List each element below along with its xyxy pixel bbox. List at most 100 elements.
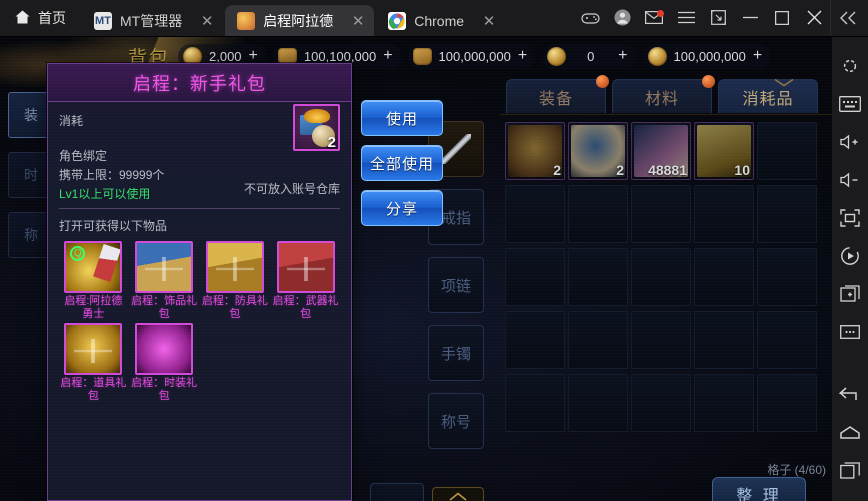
inventory-cell[interactable]	[505, 248, 565, 306]
reward-item[interactable]: 启程：武器礼包	[272, 241, 339, 321]
inventory-cell[interactable]	[568, 311, 628, 369]
restore-window-icon[interactable]	[702, 0, 734, 36]
tab-chrome[interactable]: Chrome ✕	[376, 5, 505, 36]
tab-label: 材料	[644, 90, 679, 108]
add-currency-button[interactable]: +	[383, 48, 392, 64]
inventory-cell[interactable]	[631, 248, 691, 306]
inventory-cell[interactable]	[694, 185, 754, 243]
pouch-icon	[277, 47, 297, 65]
tab-label: 启程阿拉德	[263, 12, 334, 29]
reward-item[interactable]: 启程：道具礼包	[60, 323, 127, 403]
reward-item[interactable]: 启程：时装礼包	[131, 323, 198, 403]
volume-up-icon[interactable]	[832, 123, 868, 161]
tab-label: Chrome	[414, 12, 465, 29]
use-button[interactable]: 使用	[361, 100, 443, 136]
collapse-toolbar-icon[interactable]	[830, 0, 864, 36]
inventory-cell[interactable]	[568, 248, 628, 306]
fullscreen-icon[interactable]	[832, 199, 868, 237]
inventory-cell[interactable]	[694, 374, 754, 432]
equip-slot-necklace[interactable]: 项链	[428, 257, 484, 313]
reward-label: 启程：道具礼包	[60, 377, 127, 402]
inventory-cell[interactable]	[694, 311, 754, 369]
equip-slot-bracelet[interactable]: 手镯	[428, 325, 484, 381]
dialog-header: 启程：新手礼包	[48, 64, 351, 102]
reward-icon: Q	[64, 241, 123, 293]
home-tab[interactable]: 首页	[0, 0, 82, 36]
gamepad-icon[interactable]	[574, 0, 606, 36]
inventory-cell[interactable]	[631, 185, 691, 243]
chevron-down-icon[interactable]	[774, 75, 794, 90]
volume-down-icon[interactable]	[832, 161, 868, 199]
inventory-cell[interactable]	[568, 374, 628, 432]
inventory-cell[interactable]: 48881	[631, 122, 691, 180]
inventory-cell[interactable]	[757, 185, 817, 243]
detail-section[interactable]: 详情	[432, 487, 484, 501]
coin-icon	[547, 46, 567, 66]
back-icon[interactable]	[832, 375, 868, 413]
reward-icon	[64, 323, 123, 375]
inventory-cell[interactable]	[568, 185, 628, 243]
tab-materials[interactable]: 材料	[612, 75, 715, 113]
inventory-cell[interactable]	[757, 248, 817, 306]
keyboard-icon[interactable]	[832, 85, 868, 123]
chevron-up-icon[interactable]	[432, 487, 484, 501]
maximize-icon[interactable]	[766, 0, 798, 36]
sword-icon	[441, 134, 471, 164]
tab-consumables[interactable]: 消耗品	[718, 79, 818, 113]
reward-item[interactable]: 启程：饰品礼包	[131, 241, 198, 321]
account-icon[interactable]	[606, 0, 638, 36]
inventory-cell[interactable]	[757, 311, 817, 369]
item-no-storage: 不可放入账号仓库	[243, 182, 340, 196]
use-all-button[interactable]: 全部使用	[361, 145, 443, 181]
tab-close-icon[interactable]: ✕	[351, 12, 365, 30]
item-qty: 2	[616, 162, 624, 178]
recents-icon[interactable]	[832, 451, 868, 489]
game-viewport[interactable]: 背包 2,000 + 100,100,000 + 100,000,000 + 0…	[0, 37, 832, 501]
add-currency-button[interactable]: +	[518, 48, 527, 64]
inventory-cell[interactable]	[505, 311, 565, 369]
item-qty: 2	[553, 162, 561, 178]
inventory-cell[interactable]	[505, 374, 565, 432]
inventory-cell[interactable]: 10	[694, 122, 754, 180]
minimize-icon[interactable]	[734, 0, 766, 36]
tab-equipment[interactable]: 装备	[506, 75, 609, 113]
inventory-cell[interactable]	[631, 374, 691, 432]
reward-label: 启程：时装礼包	[131, 377, 198, 402]
tidy-button[interactable]: 整 理	[712, 477, 806, 501]
inventory-cell[interactable]	[631, 311, 691, 369]
add-currency-button[interactable]: +	[249, 48, 258, 64]
currency-value: 100,000,000	[673, 48, 746, 64]
currency-coin: 0 +	[542, 43, 637, 69]
menu-icon[interactable]	[670, 0, 702, 36]
tab-game[interactable]: 启程阿拉德 ✕	[225, 5, 375, 36]
equip-slot-label: 称号	[440, 413, 471, 431]
inventory-cell[interactable]: 2	[505, 122, 565, 180]
close-icon[interactable]	[798, 0, 830, 36]
record-macro-icon[interactable]	[832, 237, 868, 275]
emulator-titlebar: 首页 MT MT管理器 ✕ 启程阿拉德 ✕ Chrome ✕	[0, 0, 868, 37]
reward-icon	[135, 241, 194, 293]
add-window-icon[interactable]	[832, 275, 868, 313]
inventory-cell[interactable]	[694, 248, 754, 306]
mail-icon[interactable]	[638, 0, 670, 36]
equip-slot-title[interactable]: 称号	[428, 393, 484, 449]
add-currency-button[interactable]: +	[618, 48, 627, 64]
tab-close-icon[interactable]: ✕	[482, 12, 496, 30]
settings-gear-icon[interactable]	[832, 47, 868, 85]
reward-item[interactable]: 启程：防具礼包	[202, 241, 269, 321]
tab-close-icon[interactable]: ✕	[200, 12, 214, 30]
share-button[interactable]: 分享	[361, 190, 443, 226]
bottom-slot-earring[interactable]: 耳环	[370, 483, 424, 501]
quality-badge: Q	[70, 246, 86, 261]
inventory-cell[interactable]	[757, 374, 817, 432]
tab-mt-manager[interactable]: MT MT管理器 ✕	[82, 5, 223, 36]
inventory-cell[interactable]	[757, 122, 817, 180]
home-nav-icon[interactable]	[832, 413, 868, 451]
rewards-header: 打开可获得以下物品	[59, 219, 168, 233]
inventory-cell[interactable]: 2	[568, 122, 628, 180]
inventory-cell[interactable]	[505, 185, 565, 243]
more-options-icon[interactable]	[832, 313, 868, 351]
reward-item[interactable]: Q 启程:阿拉德勇士	[60, 241, 127, 321]
add-currency-button[interactable]: +	[753, 48, 762, 64]
tab-label: 装备	[538, 90, 573, 108]
